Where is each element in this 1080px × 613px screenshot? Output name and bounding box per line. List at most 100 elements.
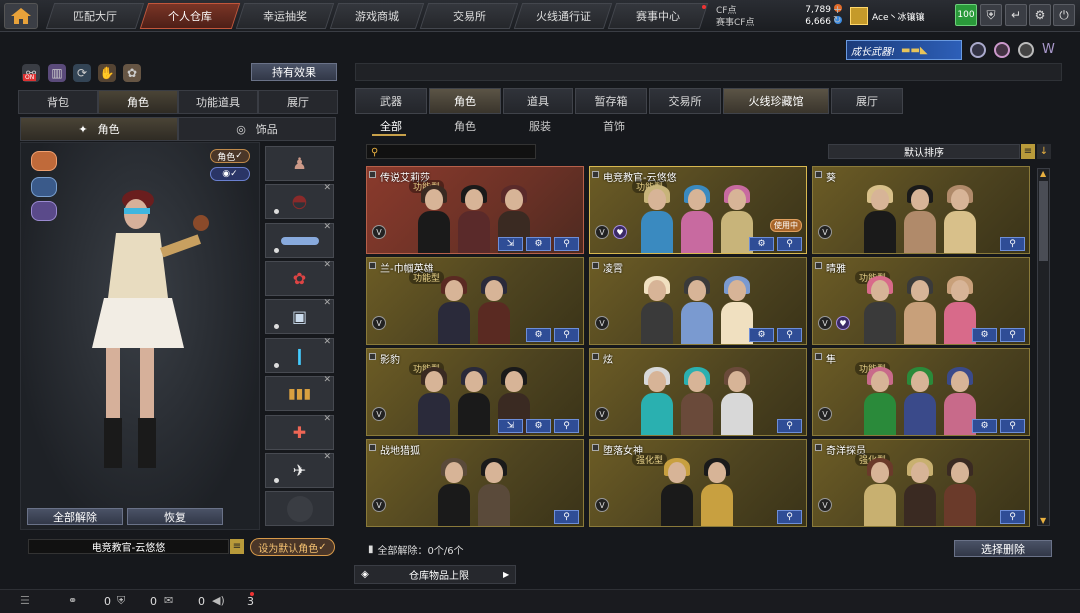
filter-outfit[interactable]: 服装 — [529, 118, 551, 134]
gear-icon[interactable]: ⚙ — [749, 237, 774, 251]
select-checkbox[interactable] — [592, 353, 599, 360]
scroll-thumb[interactable] — [1039, 181, 1048, 261]
character-card[interactable]: 传说艾莉莎功能型V⚲⚙⇲ — [366, 166, 584, 254]
tab-treasure-hall[interactable]: 火线珍藏馆 — [723, 88, 829, 114]
select-checkbox[interactable] — [815, 444, 822, 451]
tab-exchange[interactable]: 交易所 — [419, 3, 519, 29]
remove-icon[interactable]: ✕ — [323, 414, 331, 424]
character-preview[interactable]: 角色 ✓ ◉✓ — [20, 142, 260, 530]
scroll-down-icon[interactable]: ▼ — [1040, 516, 1046, 525]
slot-backpack[interactable]: ✕ ▣ — [265, 298, 334, 334]
character-card[interactable]: 影豹功能型V⚲⚙⇲ — [366, 348, 584, 436]
tab-game-mall[interactable]: 游戏商城 — [329, 3, 425, 29]
search-icon[interactable]: ⚲ — [554, 328, 579, 342]
gear-icon[interactable]: ⚙ — [526, 237, 551, 251]
subtab-role[interactable]: ✦ 角色 — [20, 117, 178, 141]
clan-icon[interactable]: ⛨ — [117, 594, 125, 608]
tab-role[interactable]: 角色 — [98, 90, 178, 114]
select-checkbox[interactable] — [592, 262, 599, 269]
select-checkbox[interactable] — [369, 171, 376, 178]
select-checkbox[interactable] — [815, 171, 822, 178]
remove-icon[interactable]: ✕ — [323, 337, 331, 347]
select-checkbox[interactable] — [369, 353, 376, 360]
tab-function-items[interactable]: 功能道具 — [178, 90, 258, 114]
gear-icon[interactable]: ⚙ — [749, 328, 774, 342]
set-default-button[interactable]: 设为默认角色 ✓ — [250, 538, 335, 556]
effect-mode-icon[interactable] — [31, 201, 57, 221]
search-icon[interactable]: ⚲ — [1000, 419, 1025, 433]
restore-button[interactable]: 恢复 — [127, 508, 223, 525]
slot-gadget[interactable]: ✕ ✚ — [265, 414, 334, 450]
slot-hat-preview[interactable]: ♟ — [265, 146, 334, 181]
character-card[interactable]: 晴雅功能型V♥⚲⚙ — [812, 257, 1030, 345]
select-delete-button[interactable]: 选择删除 — [954, 540, 1052, 557]
gear-icon[interactable]: ⚙ — [1029, 4, 1051, 26]
list-icon[interactable]: ≡ — [230, 539, 244, 554]
stats-icon[interactable]: ⇲ — [498, 237, 523, 251]
tab-match-lobby[interactable]: 匹配大厅 — [45, 3, 145, 29]
gear-icon[interactable]: ⚙ — [526, 328, 551, 342]
role-toggle[interactable]: 角色 ✓ — [210, 149, 250, 163]
tab-exhibition[interactable]: 展厅 — [831, 88, 903, 114]
gear-icon[interactable]: ⚙ — [972, 328, 997, 342]
select-checkbox[interactable] — [815, 353, 822, 360]
tab-event-center[interactable]: 赛事中心 — [607, 3, 709, 29]
friends-icon[interactable]: ⚭ — [68, 594, 77, 607]
search-icon[interactable]: ⚲ — [777, 510, 802, 524]
remove-icon[interactable]: ✕ — [323, 222, 331, 232]
unequip-all-button[interactable]: 全部解除 — [27, 508, 123, 525]
scrollbar[interactable]: ▲ ▼ — [1037, 168, 1050, 526]
vip-icon[interactable]: W — [1042, 42, 1058, 58]
slot-headwear[interactable]: ✕ ◓ — [265, 183, 334, 219]
remove-icon[interactable]: ✕ — [323, 452, 331, 462]
slot-visor[interactable]: ✕ — [265, 222, 334, 258]
emblem-icon[interactable] — [970, 42, 986, 58]
character-card[interactable]: 电竞教官-云悠悠功能型V♥使用中⚲⚙ — [589, 166, 807, 254]
scroll-up-icon[interactable]: ▲ — [1040, 169, 1046, 178]
select-checkbox[interactable] — [592, 171, 599, 178]
character-card[interactable]: 炫 V ⚲ — [589, 348, 807, 436]
gear-icon[interactable]: ⚙ — [972, 419, 997, 433]
search-icon[interactable]: ⚲ — [1000, 510, 1025, 524]
user-info[interactable]: Ace丶冰镶镶 — [850, 4, 950, 28]
remove-icon[interactable]: ✕ — [323, 375, 331, 385]
sort-order-icon[interactable]: ↓ — [1037, 144, 1051, 159]
filter-role[interactable]: 角色 — [454, 118, 476, 134]
hold-effect-button[interactable]: 持有效果 — [251, 63, 337, 81]
tab-backpack[interactable]: 背包 — [18, 90, 98, 114]
search-icon[interactable]: ⚲ — [1000, 237, 1025, 251]
pet-icon[interactable]: ✿ — [123, 64, 141, 82]
gear-icon[interactable]: ⚙ — [526, 419, 551, 433]
power-icon[interactable]: ⏻ — [1053, 4, 1075, 26]
slot-wings[interactable]: ✕ ✈ — [265, 452, 334, 488]
character-card[interactable]: 隼功能型V⚲⚙ — [812, 348, 1030, 436]
tab-showroom[interactable]: 展厅 — [258, 90, 338, 114]
tab-trade[interactable]: 交易所 — [649, 88, 721, 114]
slot-pet[interactable]: ✕ ✿ — [265, 260, 334, 296]
shield-icon[interactable]: ⛨ — [980, 4, 1002, 26]
stats-icon[interactable]: ⇲ — [498, 419, 523, 433]
search-icon[interactable]: ⚲ — [554, 510, 579, 524]
rotate-icon[interactable]: ⟳ — [73, 64, 91, 82]
tab-characters[interactable]: 角色 — [429, 88, 501, 114]
select-checkbox[interactable] — [369, 262, 376, 269]
character-card[interactable]: 堕落女神 强化型 V ⚲ — [589, 439, 807, 527]
slot-light[interactable]: ✕ ❙ — [265, 337, 334, 373]
character-mode-icon[interactable] — [31, 151, 57, 171]
character-card[interactable]: 兰-巾帼英雄 功能型 V ⚲ ⚙ — [366, 257, 584, 345]
search-icon[interactable]: ⚲ — [777, 237, 802, 251]
select-checkbox[interactable] — [369, 444, 376, 451]
ball-icon[interactable] — [1018, 42, 1034, 58]
pose-icon[interactable]: ✋ — [98, 64, 116, 82]
chart-icon[interactable]: ▥ — [48, 64, 66, 82]
search-icon[interactable]: ⚲ — [777, 328, 802, 342]
tab-weapons[interactable]: 武器 — [355, 88, 427, 114]
filter-jewelry[interactable]: 首饰 — [603, 118, 625, 134]
outfit-mode-icon[interactable] — [31, 177, 57, 197]
remove-icon[interactable]: ✕ — [323, 183, 331, 193]
search-icon[interactable]: ⚲ — [554, 237, 579, 251]
character-card[interactable]: 凌霄 V ⚲ ⚙ — [589, 257, 807, 345]
sort-dropdown[interactable]: 默认排序 — [828, 144, 1020, 159]
tab-personal-storage[interactable]: 个人仓库 — [139, 3, 241, 29]
remove-icon[interactable]: ✕ — [323, 260, 331, 270]
